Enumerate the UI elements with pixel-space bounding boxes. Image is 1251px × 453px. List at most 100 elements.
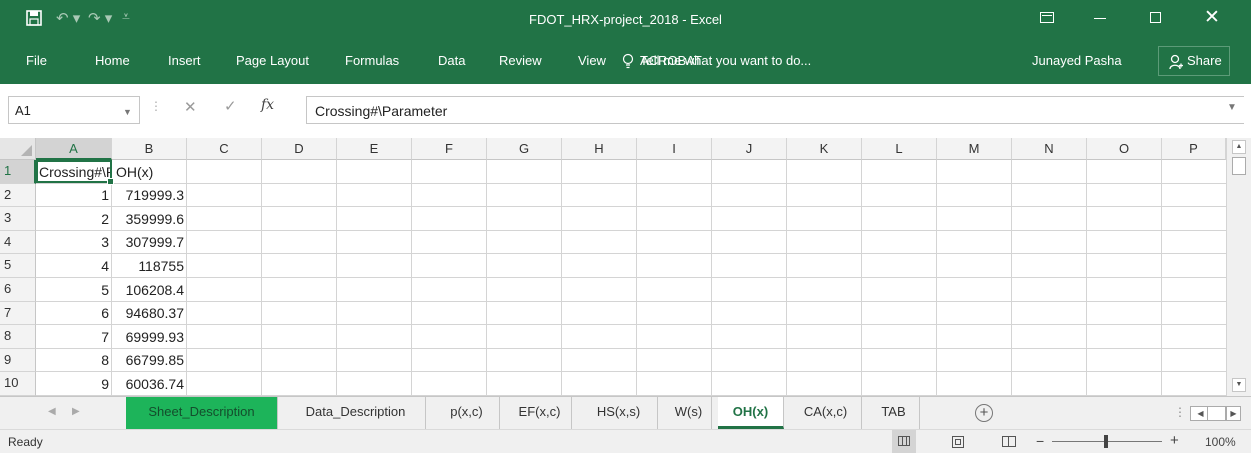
column-header-d[interactable]: D bbox=[262, 138, 337, 160]
crossing-number-cell[interactable]: 9 bbox=[36, 373, 112, 395]
ribbon-display-options-icon[interactable] bbox=[1040, 12, 1054, 23]
oh-value-cell[interactable]: 66799.85 bbox=[112, 349, 187, 371]
column-header-g[interactable]: G bbox=[487, 138, 562, 160]
sheet-tab[interactable]: EF(x,c) bbox=[508, 397, 572, 429]
scroll-right-icon[interactable]: ▶ bbox=[1226, 406, 1241, 421]
crossing-number-cell[interactable]: 5 bbox=[36, 279, 112, 301]
row-header[interactable]: 6 bbox=[0, 278, 36, 302]
column-header-c[interactable]: C bbox=[187, 138, 262, 160]
column-header-m[interactable]: M bbox=[937, 138, 1012, 160]
fill-handle[interactable] bbox=[107, 178, 114, 185]
scroll-thumb[interactable] bbox=[1232, 157, 1246, 175]
oh-value-cell[interactable]: 69999.93 bbox=[112, 326, 187, 348]
maximize-icon[interactable] bbox=[1150, 12, 1161, 23]
row-header[interactable]: 5 bbox=[0, 254, 36, 278]
gridline bbox=[36, 371, 1226, 373]
oh-value-cell[interactable]: 307999.7 bbox=[112, 231, 187, 253]
crossing-number-cell[interactable]: 6 bbox=[36, 302, 112, 324]
zoom-in-icon[interactable]: + bbox=[1170, 432, 1179, 449]
page-break-view-icon[interactable] bbox=[1002, 436, 1016, 447]
tab-insert[interactable]: Insert bbox=[168, 53, 201, 68]
chevron-down-icon[interactable]: ▼ bbox=[123, 107, 132, 117]
add-sheet-icon[interactable]: + bbox=[975, 404, 993, 422]
column-header-j[interactable]: J bbox=[712, 138, 787, 160]
zoom-out-icon[interactable]: − bbox=[1036, 433, 1044, 449]
page-layout-view-icon[interactable] bbox=[952, 436, 964, 448]
oh-value-cell[interactable]: 94680.37 bbox=[112, 302, 187, 324]
row-header[interactable]: 4 bbox=[0, 230, 36, 255]
vertical-scrollbar[interactable]: ▲ ▼ bbox=[1226, 138, 1251, 396]
enter-check-icon[interactable]: ✓ bbox=[224, 97, 237, 115]
row-header[interactable]: 8 bbox=[0, 325, 36, 349]
sheet-tab[interactable]: OH(x) bbox=[718, 397, 784, 429]
column-header-e[interactable]: E bbox=[337, 138, 412, 160]
drag-handle-icon[interactable]: ⋮ bbox=[1174, 405, 1186, 419]
crossing-number-cell[interactable]: 2 bbox=[36, 208, 112, 230]
zoom-slider-thumb[interactable] bbox=[1104, 435, 1108, 448]
row-header[interactable]: 7 bbox=[0, 301, 36, 326]
sheet-tab[interactable]: HS(x,s) bbox=[580, 397, 658, 429]
zoom-level[interactable]: 100% bbox=[1205, 435, 1236, 449]
sheet-tab[interactable]: TAB bbox=[868, 397, 920, 429]
column-header-b[interactable]: B bbox=[112, 138, 187, 160]
insert-function-icon[interactable]: fx bbox=[261, 97, 274, 113]
row-header[interactable]: 1 bbox=[0, 160, 36, 184]
cancel-icon[interactable]: ✕ bbox=[184, 98, 197, 116]
column-header-l[interactable]: L bbox=[862, 138, 937, 160]
crossing-number-cell[interactable]: 4 bbox=[36, 255, 112, 277]
expand-formula-bar-icon[interactable]: ▼ bbox=[1227, 102, 1237, 113]
normal-view-icon[interactable] bbox=[892, 430, 916, 453]
scroll-up-icon[interactable]: ▲ bbox=[1232, 140, 1246, 154]
select-all-button[interactable] bbox=[0, 138, 36, 160]
row-header[interactable]: 2 bbox=[0, 183, 36, 208]
oh-value-cell[interactable]: 359999.6 bbox=[112, 208, 187, 230]
tab-formulas[interactable]: Formulas bbox=[345, 53, 399, 68]
next-sheet-icon[interactable]: ▶ bbox=[72, 406, 80, 417]
name-box[interactable]: A1 ▼ bbox=[8, 96, 140, 124]
oh-value-cell[interactable]: 106208.4 bbox=[112, 279, 187, 301]
gridline bbox=[36, 253, 1226, 255]
spreadsheet-grid[interactable]: ABCDEFGHIJKLMNOP 1 2 3 4 5 6 7 8 9 10 Crossing#\P… bbox=[0, 138, 1251, 396]
oh-value-cell[interactable]: 60036.74 bbox=[112, 373, 187, 395]
close-icon[interactable]: ✕ bbox=[1200, 6, 1224, 30]
row-header[interactable]: 10 bbox=[0, 372, 36, 396]
sheet-tab[interactable]: Data_Description bbox=[286, 397, 426, 429]
tell-me-text[interactable]: Tell me what you want to do... bbox=[640, 53, 811, 68]
tab-page-layout[interactable]: Page Layout bbox=[236, 53, 309, 68]
formula-input[interactable]: Crossing#\Parameter ▼ bbox=[306, 96, 1244, 124]
row-header[interactable]: 3 bbox=[0, 207, 36, 231]
column-header-i[interactable]: I bbox=[637, 138, 712, 160]
sheet-tab[interactable]: W(s) bbox=[666, 397, 712, 429]
oh-value-cell[interactable]: 118755 bbox=[112, 255, 187, 277]
tab-review[interactable]: Review bbox=[499, 53, 542, 68]
tab-data[interactable]: Data bbox=[438, 53, 465, 68]
column-header-a[interactable]: A bbox=[36, 138, 112, 160]
drag-handle-icon[interactable]: ⋮ bbox=[150, 99, 162, 113]
tab-file[interactable]: File bbox=[26, 53, 47, 68]
share-button[interactable]: Share bbox=[1158, 46, 1230, 76]
column-header-n[interactable]: N bbox=[1012, 138, 1087, 160]
minimize-icon[interactable] bbox=[1094, 18, 1106, 19]
scroll-left-icon[interactable]: ◀ bbox=[1194, 406, 1208, 421]
sheet-tab[interactable]: p(x,c) bbox=[434, 397, 500, 429]
crossing-number-cell[interactable]: 3 bbox=[36, 231, 112, 253]
user-name[interactable]: Junayed Pasha bbox=[1032, 53, 1122, 68]
column-header-h[interactable]: H bbox=[562, 138, 637, 160]
column-header-p[interactable]: P bbox=[1162, 138, 1226, 160]
tab-home[interactable]: Home bbox=[95, 53, 130, 68]
column-header-o[interactable]: O bbox=[1087, 138, 1162, 160]
header-cell[interactable]: OH(x) bbox=[116, 161, 153, 183]
crossing-number-cell[interactable]: 7 bbox=[36, 326, 112, 348]
column-header-f[interactable]: F bbox=[412, 138, 487, 160]
scroll-down-icon[interactable]: ▼ bbox=[1232, 378, 1246, 392]
previous-sheet-icon[interactable]: ◀ bbox=[48, 406, 56, 417]
crossing-number-cell[interactable]: 8 bbox=[36, 349, 112, 371]
column-header-k[interactable]: K bbox=[787, 138, 862, 160]
tab-view[interactable]: View bbox=[578, 53, 606, 68]
oh-value-cell[interactable]: 719999.3 bbox=[112, 184, 187, 206]
sheet-tab[interactable]: CA(x,c) bbox=[790, 397, 862, 429]
sheet-tab[interactable]: Sheet_Description bbox=[126, 397, 278, 429]
gridline bbox=[636, 160, 637, 396]
crossing-number-cell[interactable]: 1 bbox=[36, 184, 112, 206]
row-header[interactable]: 9 bbox=[0, 348, 36, 373]
